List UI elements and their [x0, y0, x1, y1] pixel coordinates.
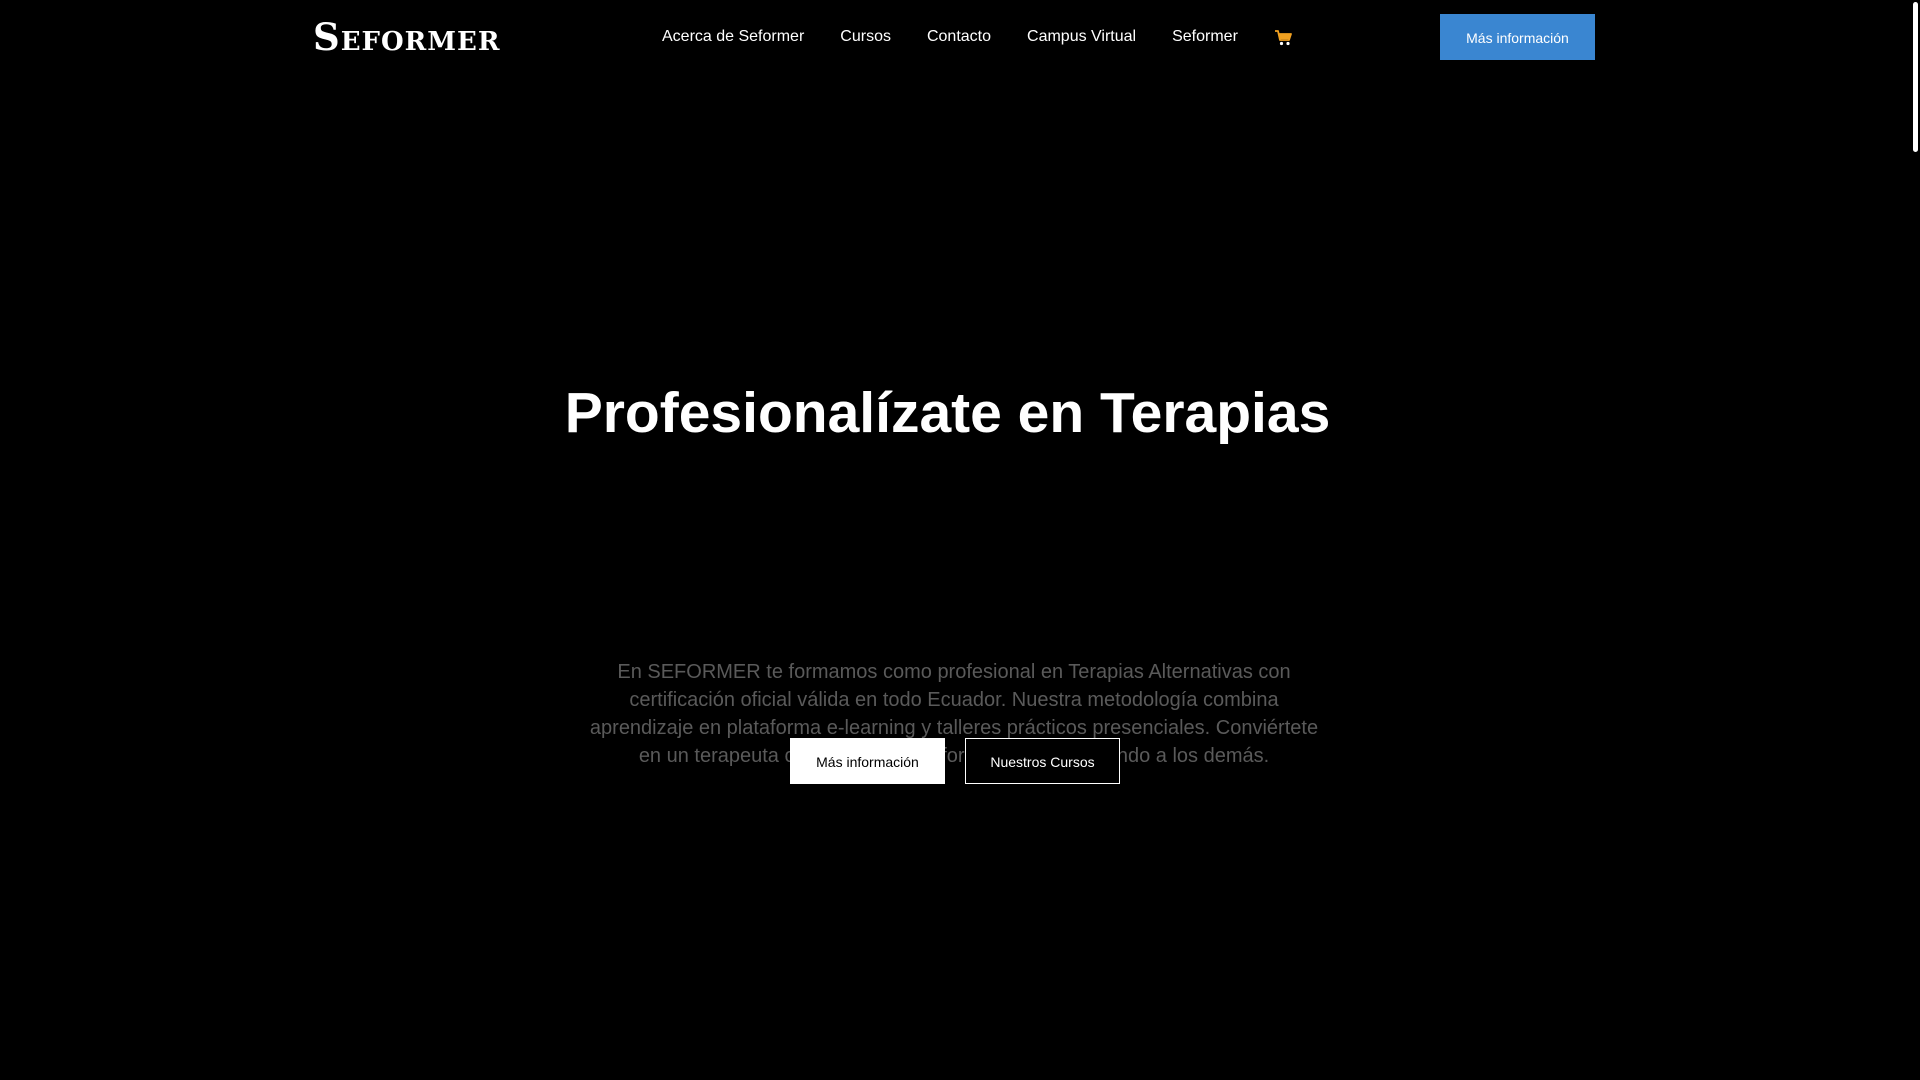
hero-our-courses-button[interactable]: Nuestros Cursos [965, 738, 1120, 784]
hero-more-info-button[interactable]: Más información [790, 738, 945, 784]
hero-title: Profesionalízate en Terapias [564, 381, 1331, 445]
header-more-info-button[interactable]: Más información [1440, 14, 1595, 60]
main-nav: Acerca de Seformer Cursos Contacto Campu… [662, 24, 1294, 50]
page: Seformer Acerca de Seformer Cursos Conta… [0, 0, 1920, 1080]
nav-item-acerca[interactable]: Acerca de Seformer [662, 24, 804, 50]
site-logo[interactable]: Seformer [313, 17, 500, 57]
nav-item-campus-virtual[interactable]: Campus Virtual [1027, 24, 1136, 50]
page-scrollbar[interactable] [1910, 0, 1920, 1080]
scrollbar-thumb[interactable] [1913, 2, 1918, 152]
nav-item-cursos[interactable]: Cursos [840, 24, 891, 50]
nav-item-seformer[interactable]: Seformer [1172, 24, 1238, 50]
shopping-cart-icon[interactable] [1274, 29, 1294, 47]
hero-description: En SEFORMER te formamos como profesional… [589, 661, 1319, 767]
nav-item-contacto[interactable]: Contacto [927, 24, 991, 50]
